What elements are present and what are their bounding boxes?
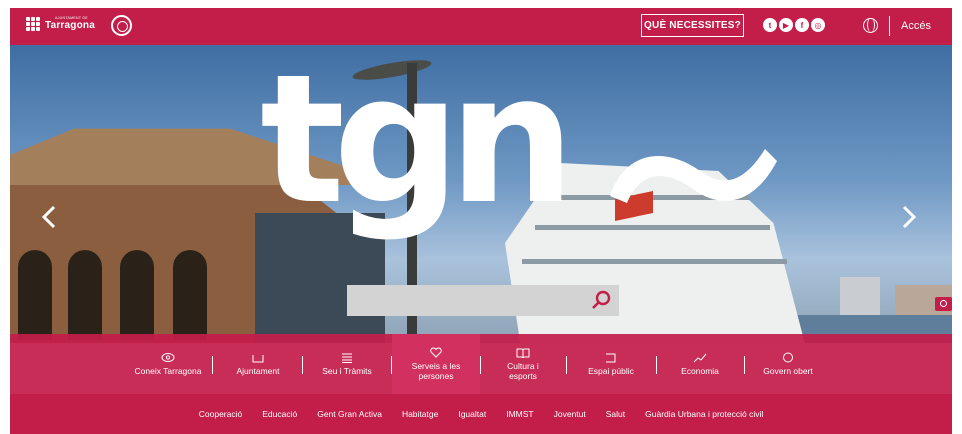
subnav-link-salut[interactable]: Salut xyxy=(606,409,625,419)
category-label: Espai públic xyxy=(588,365,634,376)
tilde-icon xyxy=(610,149,777,203)
category-separator xyxy=(212,356,213,374)
hero-banner: tgn xyxy=(10,45,952,343)
what-do-you-need-button[interactable]: QUÈ NECESSITES? xyxy=(641,14,744,37)
category-label: Cultura i esports xyxy=(507,360,539,381)
category-separator xyxy=(566,356,567,374)
category-label: Coneix Tarragona xyxy=(134,365,202,376)
youtube-icon[interactable]: ▶ xyxy=(779,18,793,32)
category-cultura-i-esports[interactable]: Cultura i esports xyxy=(483,334,563,394)
heart-icon xyxy=(430,347,442,358)
subnav-link-cooperacio[interactable]: Cooperació xyxy=(199,409,242,419)
category-ajuntament[interactable]: Ajuntament xyxy=(218,334,298,394)
logo-name: Tarragona xyxy=(45,19,95,31)
previous-slide-arrow-icon[interactable] xyxy=(40,205,58,229)
building-arch xyxy=(173,250,207,340)
top-bar: AJUNTAMENT DE Tarragona QUÈ NECESSITES? … xyxy=(10,8,952,45)
building-arch xyxy=(18,250,52,340)
building-icon xyxy=(252,354,264,363)
category-separator xyxy=(656,356,657,374)
subnav-link-habitatge[interactable]: Habitatge xyxy=(402,409,438,419)
category-nav: Coneix Tarragona Ajuntament Seu i Tràmit… xyxy=(10,334,952,394)
category-coneix-tarragona[interactable]: Coneix Tarragona xyxy=(128,334,208,394)
globe-icon[interactable] xyxy=(863,18,878,33)
category-separator xyxy=(480,356,481,374)
building-arch xyxy=(120,250,154,340)
twitter-icon[interactable]: t xyxy=(763,18,777,32)
access-link[interactable]: Accés xyxy=(901,20,931,32)
category-label: Seu i Tràmits xyxy=(322,365,372,376)
category-label: Govern obert xyxy=(763,365,813,376)
search-input[interactable] xyxy=(347,285,619,316)
category-label: Economia xyxy=(681,365,719,376)
header-divider xyxy=(889,16,890,36)
instagram-icon[interactable]: ◎ xyxy=(811,18,825,32)
category-espai-public[interactable]: Espai públic xyxy=(571,334,651,394)
category-serveis-a-les-persones[interactable]: Serveis a les persones xyxy=(392,334,480,394)
building-arch xyxy=(68,250,102,340)
subnav-link-igualtat[interactable]: Igualtat xyxy=(458,409,486,419)
category-seu-i-tramits[interactable]: Seu i Tràmits xyxy=(307,334,387,394)
tarragona-logo[interactable]: AJUNTAMENT DE Tarragona xyxy=(26,17,95,31)
category-separator xyxy=(744,356,745,374)
logo-mark-icon xyxy=(26,17,40,31)
camera-icon[interactable] xyxy=(935,297,952,311)
subnav-link-immst[interactable]: IMMST xyxy=(506,409,533,419)
facebook-icon[interactable]: f xyxy=(795,18,809,32)
eye-icon xyxy=(161,352,175,362)
subnav-link-joventut[interactable]: Joventut xyxy=(554,409,586,419)
subnav-link-gent-gran-activa[interactable]: Gent Gran Activa xyxy=(317,409,382,419)
search-icon[interactable] xyxy=(591,290,611,310)
page: AJUNTAMENT DE Tarragona QUÈ NECESSITES? … xyxy=(10,8,952,434)
next-slide-arrow-icon[interactable] xyxy=(900,205,918,229)
circle-icon xyxy=(783,352,793,363)
list-icon xyxy=(342,353,352,363)
yacht-deck xyxy=(535,225,770,230)
yacht-deck xyxy=(522,259,787,264)
subnav-link-educacio[interactable]: Educació xyxy=(262,409,297,419)
category-separator xyxy=(302,356,303,374)
subnav-link-guardia-urbana[interactable]: Guàrdia Urbana i protecció civil xyxy=(645,409,763,419)
category-label: Serveis a les persones xyxy=(411,360,461,381)
background-building xyxy=(840,277,880,317)
category-economia[interactable]: Economia xyxy=(660,334,740,394)
category-govern-obert[interactable]: Govern obert xyxy=(748,334,828,394)
seal-icon[interactable] xyxy=(111,15,132,36)
chart-icon xyxy=(693,353,707,362)
services-subnav: Cooperació Educació Gent Gran Activa Hab… xyxy=(10,394,952,434)
frame-icon xyxy=(606,353,616,363)
social-links: t ▶ f ◎ xyxy=(763,18,827,32)
tgn-headline: tgn xyxy=(260,45,575,243)
category-label: Ajuntament xyxy=(236,365,280,376)
book-icon xyxy=(516,348,530,358)
